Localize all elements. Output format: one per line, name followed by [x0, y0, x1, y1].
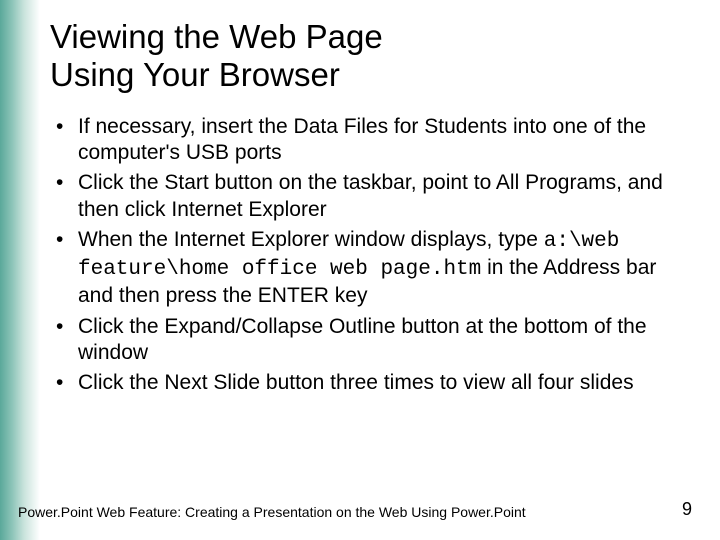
- bullet-text: When the Internet Explorer window displa…: [78, 228, 544, 251]
- list-item: Click the Next Slide button three times …: [78, 370, 690, 396]
- bullet-text: Click the Expand/Collapse Outline button…: [78, 315, 647, 364]
- title-line-1: Viewing the Web Page: [50, 18, 383, 55]
- list-item: Click the Start button on the taskbar, p…: [78, 170, 690, 223]
- list-item: If necessary, insert the Data Files for …: [78, 114, 690, 167]
- bullet-text: If necessary, insert the Data Files for …: [78, 115, 646, 164]
- list-item: When the Internet Explorer window displa…: [78, 227, 690, 310]
- bullet-list: If necessary, insert the Data Files for …: [50, 114, 690, 397]
- bullet-text: Click the Next Slide button three times …: [78, 371, 634, 394]
- slide-title: Viewing the Web Page Using Your Browser: [50, 18, 690, 94]
- list-item: Click the Expand/Collapse Outline button…: [78, 314, 690, 367]
- bullet-text: Click the Start button on the taskbar, p…: [78, 171, 663, 220]
- slide-content: Viewing the Web Page Using Your Browser …: [0, 0, 720, 540]
- title-line-2: Using Your Browser: [50, 56, 340, 93]
